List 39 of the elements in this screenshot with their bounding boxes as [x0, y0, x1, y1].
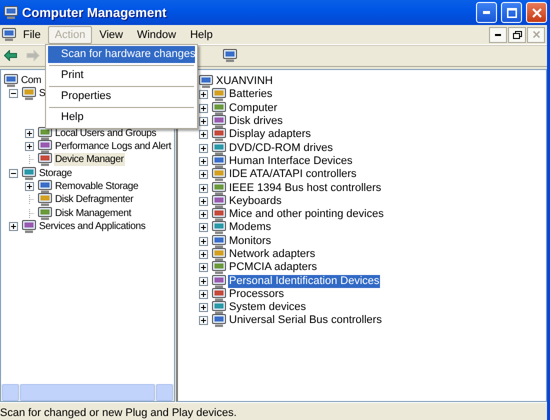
tree-item[interactable]: PCMCIA adapters — [228, 261, 318, 274]
tree-item[interactable]: Network adapters — [228, 248, 316, 261]
tree-item[interactable]: Device Manager — [54, 153, 125, 166]
tree-item[interactable]: Processors — [228, 288, 286, 301]
tree-item[interactable]: Modems — [228, 221, 272, 234]
tree-item[interactable]: Services and Applications — [38, 220, 146, 233]
tree-item[interactable]: Monitors — [228, 234, 272, 248]
tree-item[interactable]: XUANVINH — [215, 75, 274, 88]
tree-item[interactable]: Com — [20, 74, 42, 88]
tree-item[interactable]: System devices — [228, 301, 308, 314]
tree-item[interactable]: Batteries — [228, 88, 274, 102]
tree-item[interactable]: Keyboards — [228, 194, 283, 208]
menu-item[interactable]: View — [92, 26, 130, 44]
tree-item[interactable]: Display adapters — [228, 128, 312, 142]
tree-item[interactable]: IEEE 1394 Bus host controllers — [228, 182, 382, 195]
tree-item[interactable]: Computer — [228, 102, 278, 115]
tree-item[interactable]: Storage — [38, 166, 73, 180]
tree-item[interactable]: Human Interface Devices — [228, 154, 354, 168]
tree-item[interactable]: DVD/CD-ROM drives — [228, 142, 334, 155]
menu-item[interactable]: File — [16, 26, 48, 44]
tree-item[interactable]: Disk drives — [228, 115, 284, 128]
window-title: Computer Management — [22, 5, 168, 20]
tree-item[interactable]: IDE ATA/ATAPI controllers — [228, 168, 358, 182]
tree-item[interactable]: Disk Defragmenter — [54, 193, 134, 206]
tree-item[interactable]: S — [38, 87, 46, 100]
tree-item[interactable]: Mice and other pointing devices — [228, 208, 385, 222]
status-bar: Scan for changed or new Plug and Play devices. — [0, 402, 547, 420]
menu-item[interactable]: Print — [48, 67, 195, 84]
menu-item[interactable]: Scan for hardware changes — [48, 46, 195, 63]
tree-item[interactable]: Personal Identification Devices — [228, 274, 380, 288]
menu-item[interactable]: Help — [183, 26, 220, 44]
tree-item[interactable]: Local Users and Groups — [54, 126, 158, 140]
tree-item[interactable]: Removable Storage — [54, 180, 140, 193]
menu-item[interactable]: Window — [130, 26, 184, 44]
tree-item[interactable]: Performance Logs and Alert — [54, 140, 172, 154]
menu-item[interactable]: Help — [48, 109, 195, 126]
tree-item[interactable]: Universal Serial Bus controllers — [228, 314, 383, 328]
tree-item[interactable]: Disk Management — [54, 206, 132, 220]
menu-item[interactable]: Properties — [48, 88, 195, 105]
